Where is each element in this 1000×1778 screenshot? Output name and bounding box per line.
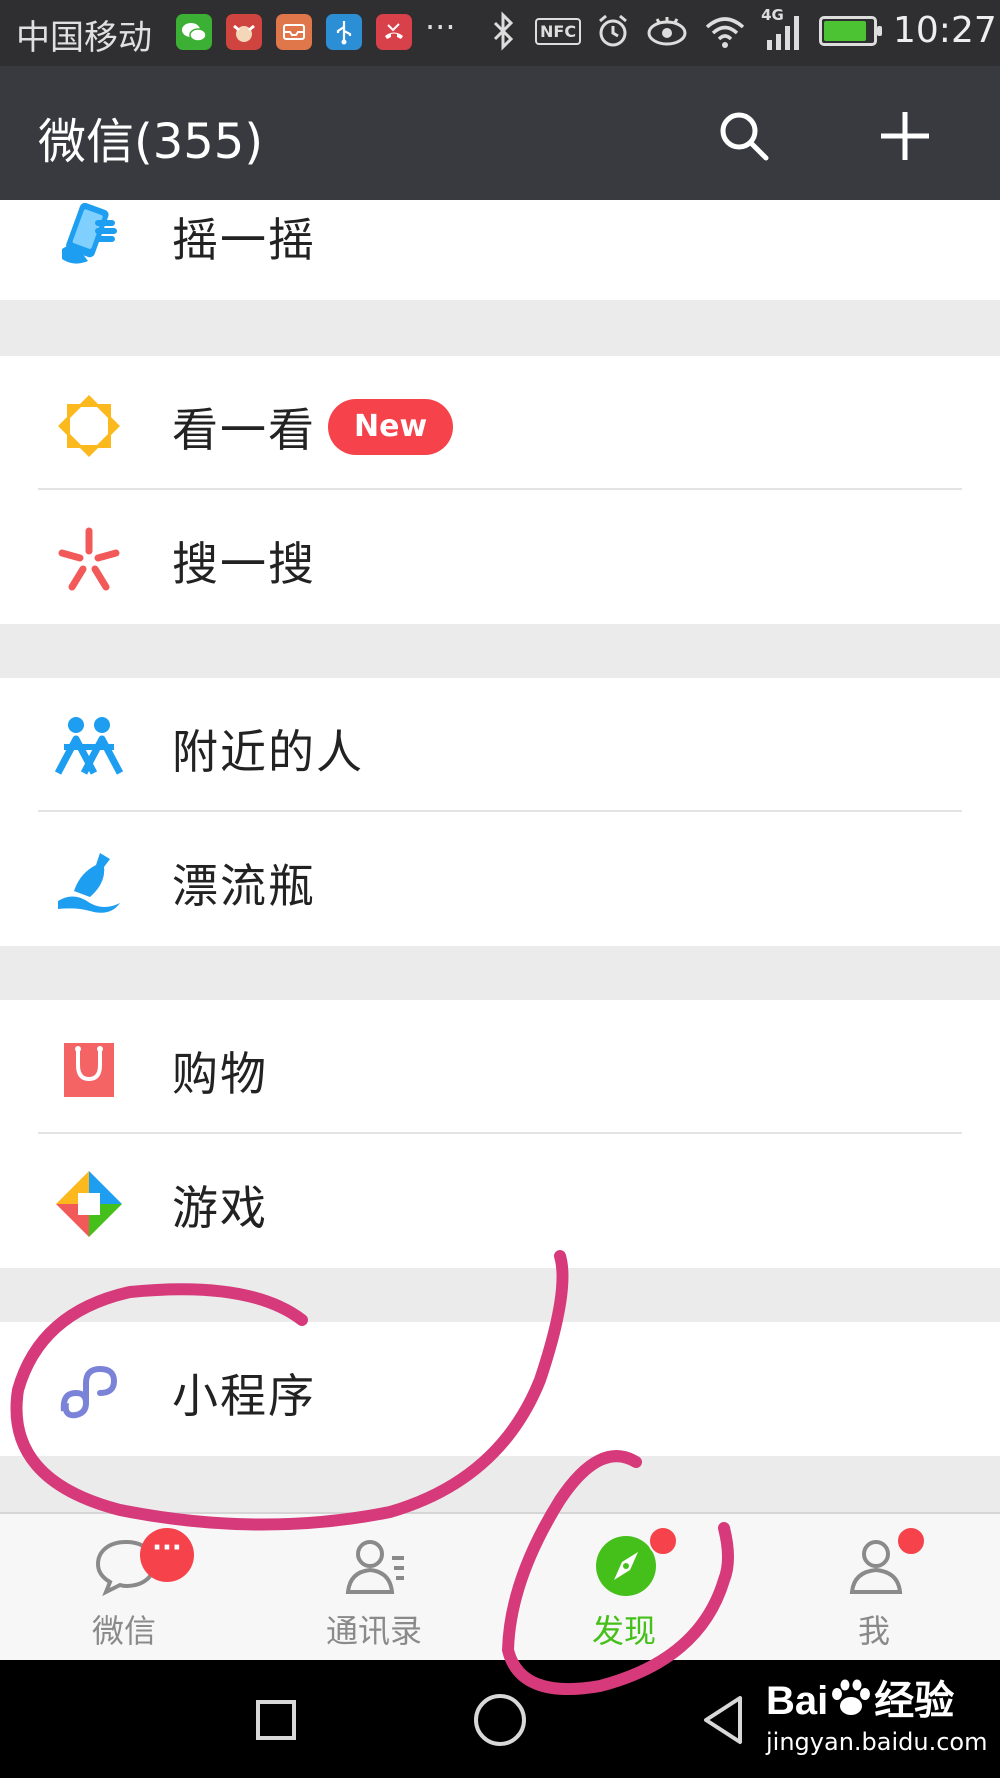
watermark-url: jingyan.baidu.com: [766, 1728, 988, 1756]
mail-app-icon: [276, 14, 312, 50]
list-item-label: 摇一摇: [172, 213, 316, 267]
baidu-jingyan-watermark: Bai 经验 jingyan.baidu.com: [766, 1668, 987, 1756]
tab-label: 我: [857, 1612, 890, 1650]
bull-app-icon: [226, 14, 262, 50]
discover-list: 摇一摇 看一看 New 搜一搜 附近的人 漂流瓶 购物 游戏 小程序: [0, 200, 1000, 1512]
tab-contacts[interactable]: 通讯录: [274, 1514, 474, 1662]
list-item-label: 漂流瓶: [172, 859, 316, 913]
search-feature-icon: [58, 527, 120, 591]
missed-call-icon: [376, 14, 412, 50]
paw-icon: [832, 1679, 871, 1715]
shake-icon: [62, 202, 117, 264]
app-header: 微信(355): [0, 66, 1000, 200]
list-item-label: 搜一搜: [172, 537, 316, 591]
system-navigation-bar: Bai 经验 jingyan.baidu.com: [0, 1660, 1000, 1778]
tab-chats[interactable]: ··· 微信: [24, 1514, 224, 1662]
recent-apps-icon[interactable]: [246, 1690, 306, 1750]
list-item-label: 游戏: [172, 1181, 268, 1235]
drift-bottle-icon: [58, 853, 120, 913]
discover-notification-dot: [648, 1526, 678, 1556]
new-badge: New: [328, 399, 454, 455]
wifi-icon: [705, 17, 745, 48]
list-item-games[interactable]: 游戏: [0, 1134, 1000, 1268]
bluetooth-icon: [493, 11, 514, 51]
battery-icon: [819, 16, 883, 46]
list-item-label: 附近的人: [172, 725, 364, 779]
system-status-icons: NFC 4G: [485, 6, 883, 52]
wechat-notification-icon: [176, 14, 212, 50]
watermark-logo-prefix: Bai: [766, 1679, 829, 1723]
list-item-drift-bottle[interactable]: 漂流瓶: [0, 812, 1000, 946]
top-stories-icon: [58, 395, 120, 457]
page-title: 微信(355): [38, 114, 264, 170]
eye-icon: [647, 17, 687, 46]
back-icon[interactable]: [694, 1690, 754, 1750]
chats-unread-badge: ···: [140, 1528, 194, 1582]
usb-icon: [326, 14, 362, 50]
nfc-icon: NFC: [535, 17, 582, 45]
network-type-label: 4G: [761, 6, 784, 24]
watermark-logo: Bai 经验: [766, 1679, 954, 1723]
list-item-shopping[interactable]: 购物: [0, 1000, 1000, 1134]
add-icon[interactable]: [875, 106, 935, 166]
bottom-tab-bar: ··· 微信 通讯录 发现 我: [0, 1512, 1000, 1660]
list-item-mini-programs[interactable]: 小程序: [0, 1322, 1000, 1456]
search-icon[interactable]: [714, 106, 774, 166]
tab-label: 微信: [91, 1612, 156, 1650]
tab-label: 发现: [591, 1612, 656, 1650]
shopping-bag-icon: [64, 1043, 114, 1097]
list-item-people-nearby[interactable]: 附近的人: [0, 678, 1000, 812]
me-notification-dot: [896, 1526, 926, 1556]
list-item-label: 购物: [172, 1047, 268, 1101]
clock: 10:27: [893, 10, 997, 51]
watermark-logo-suffix: 经验: [874, 1679, 955, 1723]
tab-label: 通讯录: [325, 1612, 422, 1650]
alarm-icon: [599, 14, 628, 47]
list-item-label: 看一看: [172, 403, 316, 457]
list-item-search[interactable]: 搜一搜: [0, 490, 1000, 624]
tab-discover[interactable]: 发现: [524, 1514, 724, 1662]
list-item-shake[interactable]: 摇一摇: [0, 200, 1000, 300]
status-bar: 中国移动 ··· NFC 4G 10:27: [0, 0, 1000, 66]
notification-icons: [176, 14, 412, 50]
list-item-label: 小程序: [172, 1369, 316, 1423]
more-notifications-icon: ···: [425, 8, 456, 46]
list-item-top-stories[interactable]: 看一看 New: [0, 356, 1000, 490]
mini-programs-icon: [60, 1365, 118, 1419]
tab-me[interactable]: 我: [774, 1514, 974, 1662]
cellular-signal-icon: 4G: [761, 6, 805, 52]
contacts-icon: [345, 1540, 404, 1594]
people-nearby-icon: [54, 717, 124, 775]
games-icon: [56, 1171, 122, 1237]
home-icon[interactable]: [470, 1690, 530, 1750]
carrier-name: 中国移动: [16, 18, 152, 58]
